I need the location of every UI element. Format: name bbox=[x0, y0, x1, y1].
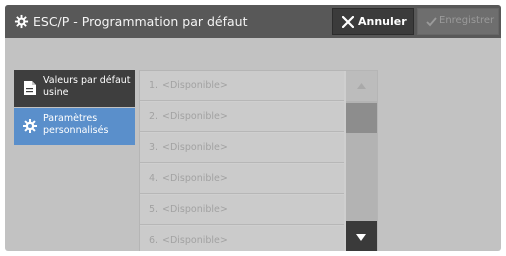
chevron-down-icon bbox=[356, 234, 366, 241]
list-item-label: <Disponible> bbox=[162, 173, 228, 184]
save-button[interactable]: Enregistrer bbox=[417, 8, 499, 35]
list-item-label: <Disponible> bbox=[162, 204, 228, 215]
scroll-thumb[interactable] bbox=[346, 103, 377, 133]
title-bar: ESC/P - Programmation par défaut Annuler… bbox=[5, 5, 501, 38]
cancel-button[interactable]: Annuler bbox=[332, 8, 414, 35]
sidebar-item-factory-defaults[interactable]: Valeurs par défaut usine bbox=[14, 70, 135, 107]
list-item[interactable]: 2. <Disponible> bbox=[140, 102, 344, 132]
save-button-label: Enregistrer bbox=[439, 15, 495, 26]
list-item-number: 6. bbox=[149, 235, 159, 246]
cancel-button-label: Annuler bbox=[358, 15, 407, 28]
list-item-number: 3. bbox=[149, 142, 159, 153]
list-item-label: <Disponible> bbox=[162, 235, 228, 246]
sidebar-item-label: Paramètres personnalisés bbox=[43, 113, 109, 136]
list-item-label: <Disponible> bbox=[162, 111, 228, 122]
document-icon bbox=[24, 81, 36, 95]
list-item-number: 2. bbox=[149, 111, 159, 122]
sidebar-item-custom-settings[interactable]: Paramètres personnalisés bbox=[14, 108, 135, 145]
list-item[interactable]: 4. <Disponible> bbox=[140, 164, 344, 194]
list-item[interactable]: 6. <Disponible> bbox=[140, 226, 344, 251]
list-item-number: 5. bbox=[149, 204, 159, 215]
gear-icon bbox=[23, 119, 37, 133]
gear-icon bbox=[14, 14, 29, 29]
list-scrollbar[interactable] bbox=[346, 71, 377, 251]
list-item-number: 4. bbox=[149, 173, 159, 184]
list-item-number: 1. bbox=[149, 80, 159, 91]
list-item[interactable]: 5. <Disponible> bbox=[140, 195, 344, 225]
preset-list: 1. <Disponible> 2. <Disponible> 3. <Disp… bbox=[139, 70, 378, 251]
page-title: ESC/P - Programmation par défaut bbox=[33, 14, 248, 29]
scroll-up-button[interactable] bbox=[346, 71, 377, 101]
list-item-label: <Disponible> bbox=[162, 142, 228, 153]
settings-screen: ESC/P - Programmation par défaut Annuler… bbox=[5, 5, 501, 251]
list-item[interactable]: 3. <Disponible> bbox=[140, 133, 344, 163]
list-item[interactable]: 1. <Disponible> bbox=[140, 71, 344, 101]
scroll-down-button[interactable] bbox=[346, 221, 377, 251]
close-icon bbox=[342, 16, 354, 28]
list-item-label: <Disponible> bbox=[162, 80, 228, 91]
chevron-up-icon bbox=[357, 83, 366, 89]
checkmark-icon bbox=[426, 17, 437, 27]
sidebar-item-label: Valeurs par défaut usine bbox=[43, 75, 131, 98]
